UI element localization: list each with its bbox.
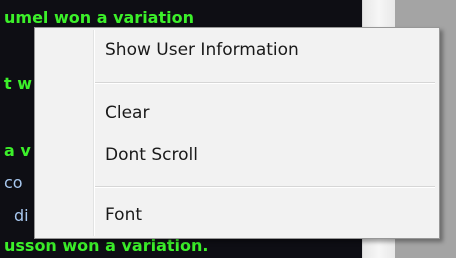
menu-item-label: Show User Information	[105, 40, 299, 60]
menu-item-font[interactable]: Font	[37, 199, 437, 231]
chat-line: umel won a variation	[4, 8, 194, 27]
chat-line: co	[4, 173, 23, 192]
menu-separator	[95, 186, 435, 188]
menu-separator	[95, 82, 435, 84]
chat-line: usson won a variation.	[4, 236, 209, 255]
menu-item-dont-scroll[interactable]: Dont Scroll	[37, 139, 437, 171]
chat-line: t w	[4, 74, 32, 93]
menu-item-clear[interactable]: Clear	[37, 97, 437, 129]
menu-item-show-user-information[interactable]: Show User Information	[37, 34, 437, 66]
menu-item-label: Clear	[105, 103, 150, 123]
menu-item-label: Font	[105, 205, 143, 225]
menu-item-label: Dont Scroll	[105, 145, 198, 165]
context-menu: Show User Information Clear Dont Scroll …	[34, 27, 440, 239]
window: umel won a variation t w a v co di usson…	[0, 0, 456, 258]
chat-line: di	[14, 206, 29, 225]
chat-line: a v	[4, 141, 31, 160]
